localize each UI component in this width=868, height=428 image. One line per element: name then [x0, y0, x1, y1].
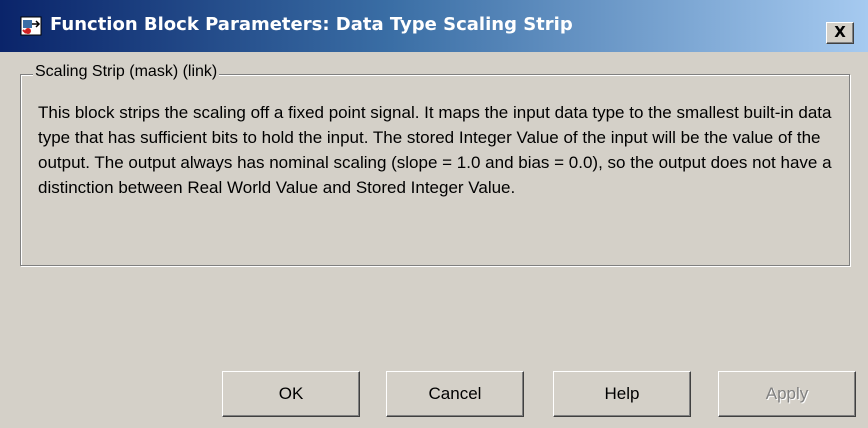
- title-bar[interactable]: Function Block Parameters: Data Type Sca…: [0, 0, 868, 52]
- close-icon: X: [834, 23, 846, 41]
- dialog-window: Function Block Parameters: Data Type Sca…: [0, 0, 868, 428]
- group-legend: Scaling Strip (mask) (link): [33, 63, 220, 81]
- ok-button[interactable]: OK: [222, 371, 360, 417]
- simulink-block-icon: [20, 16, 42, 36]
- cancel-button[interactable]: Cancel: [386, 371, 524, 417]
- block-description: This block strips the scaling off a fixe…: [38, 103, 832, 197]
- window-title: Function Block Parameters: Data Type Sca…: [50, 14, 573, 35]
- close-button[interactable]: X: [826, 22, 854, 44]
- apply-button[interactable]: Apply: [718, 371, 856, 417]
- help-button[interactable]: Help: [553, 371, 691, 417]
